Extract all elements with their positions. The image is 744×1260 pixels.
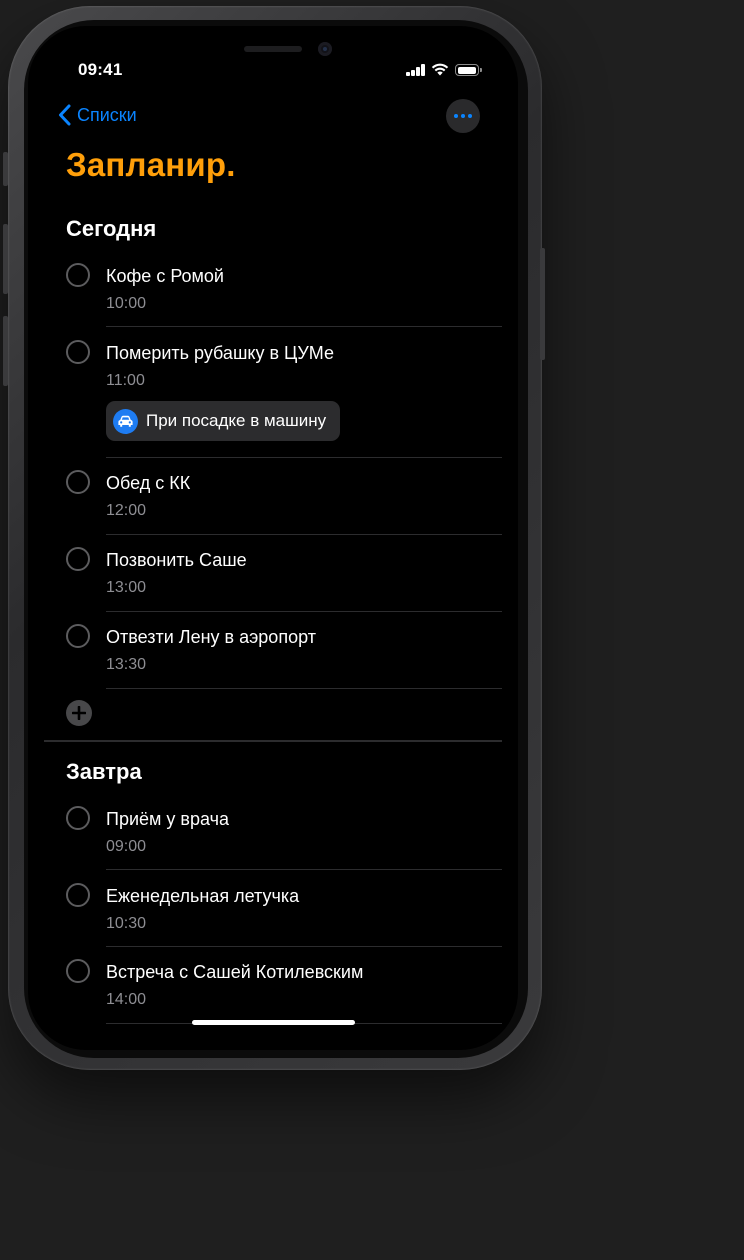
back-button[interactable]: Списки: [58, 104, 137, 126]
home-indicator[interactable]: [192, 1020, 355, 1025]
phone-screen: 09:41 Списки Запланир. Сегодня Кофе с Ро…: [28, 26, 518, 1050]
row-divider: [106, 946, 502, 947]
checkbox-circle[interactable]: [66, 959, 90, 983]
checkbox-circle[interactable]: [66, 547, 90, 571]
section-title-tomorrow: Завтра: [66, 759, 142, 784]
checkbox-circle[interactable]: [66, 263, 90, 287]
add-reminder-button[interactable]: [66, 700, 92, 726]
item-time: 13:30: [106, 656, 147, 673]
page-title: Запланир.: [66, 146, 236, 183]
battery-level: [457, 66, 476, 74]
volume-down-button: [3, 316, 8, 386]
item-time: 12:00: [106, 502, 147, 519]
chevron-left-icon: [59, 104, 71, 126]
item-title: Еженедельная летучка: [106, 886, 300, 906]
wifi-icon: [431, 63, 449, 76]
row-divider: [106, 326, 502, 327]
item-title: Кофе с Ромой: [106, 266, 224, 286]
row-divider: [106, 534, 502, 535]
back-button-label: Списки: [77, 104, 137, 125]
item-title: Приём у врача: [106, 809, 229, 829]
item-time: 13:00: [106, 579, 147, 596]
checkbox-circle[interactable]: [66, 340, 90, 364]
checkbox-circle[interactable]: [66, 470, 90, 494]
more-button[interactable]: [446, 99, 480, 133]
chip-label: При посадке в машину: [146, 411, 327, 430]
item-title: Померить рубашку в ЦУМе: [106, 343, 334, 363]
item-title: Позвонить Саше: [106, 550, 247, 570]
row-divider: [106, 611, 502, 612]
item-title: Встреча с Сашей Котилевским: [106, 962, 364, 982]
section-title-today: Сегодня: [66, 216, 157, 241]
volume-up-button: [3, 224, 8, 294]
battery-icon: [455, 64, 482, 76]
checkbox-circle[interactable]: [66, 624, 90, 648]
row-divider: [106, 688, 502, 689]
checkbox-circle[interactable]: [66, 883, 90, 907]
item-time: 09:00: [106, 838, 147, 855]
mute-switch: [3, 152, 8, 186]
power-button: [540, 248, 545, 360]
status-bar: 09:41: [28, 26, 518, 96]
cellular-signal-icon: [406, 64, 426, 76]
row-divider: [106, 457, 502, 458]
ellipsis-icon: [454, 114, 458, 118]
status-time: 09:41: [78, 60, 123, 79]
plus-icon: [72, 706, 86, 720]
item-time: 10:00: [106, 295, 147, 312]
item-time: 11:00: [106, 372, 145, 389]
item-time: 10:30: [106, 915, 147, 932]
item-title: Отвезти Лену в аэропорт: [106, 627, 316, 647]
location-reminder-chip[interactable]: При посадке в машину: [106, 401, 341, 441]
car-icon: [113, 408, 138, 434]
checkbox-circle[interactable]: [66, 806, 90, 830]
item-time: 14:00: [106, 991, 147, 1008]
row-divider: [106, 869, 502, 870]
section-divider: [44, 740, 502, 742]
item-title: Обед с КК: [106, 473, 191, 493]
